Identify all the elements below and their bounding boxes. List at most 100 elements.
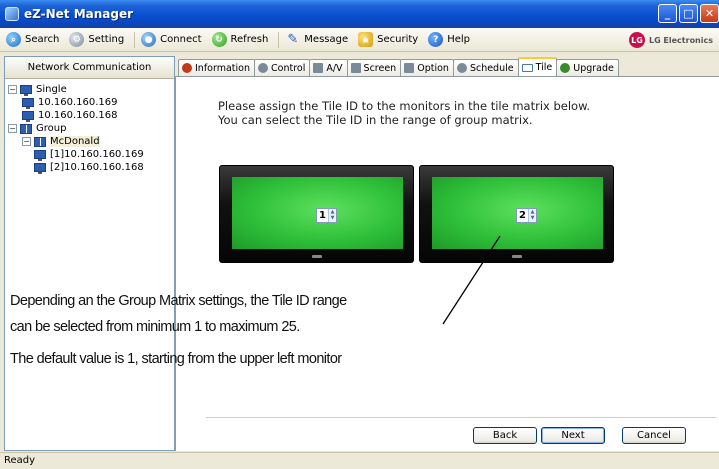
search-button[interactable]: ⌕ Search — [6, 32, 59, 47]
monitor-icon — [22, 111, 34, 122]
title-bar: eZ-Net Manager _ □ ✕ — [0, 0, 719, 28]
connect-label: Connect — [160, 34, 202, 45]
tab-label: Screen — [363, 62, 397, 74]
tile-id-spinner[interactable]: 1 ▲ ▼ — [316, 208, 337, 223]
monitor-logo — [512, 255, 522, 258]
annotation-line-1: Depending an the Group Matrix settings, … — [10, 293, 347, 309]
security-label: Security — [377, 34, 419, 45]
tile-instructions: Please assign the Tile ID to the monitor… — [218, 99, 590, 127]
brand-label: LG Electronics — [648, 35, 713, 45]
tab-control[interactable]: Control — [254, 59, 311, 76]
tree-label-group-ip: [1]10.160.160.169 — [50, 149, 144, 160]
setting-button[interactable]: ⚙ Setting — [69, 32, 124, 47]
group-icon — [34, 136, 46, 147]
window-controls: _ □ ✕ — [658, 4, 719, 23]
tree-node-group[interactable]: − Group — [8, 122, 174, 135]
monitor-icon — [20, 85, 32, 96]
search-label: Search — [25, 34, 60, 45]
monitor-icon — [34, 163, 46, 174]
information-icon — [182, 63, 192, 73]
tree-label-group-ip: [2]10.160.160.168 — [50, 162, 144, 173]
av-icon — [313, 63, 324, 73]
toolbar-separator — [134, 31, 136, 48]
monitor-logo — [312, 255, 322, 258]
tab-tile[interactable]: Tile — [517, 57, 558, 76]
help-icon: ? — [428, 32, 444, 47]
status-bar: Ready — [0, 452, 719, 469]
tab-strip: Information Control A/V Screen Option Sc… — [178, 57, 619, 76]
help-label: Help — [447, 34, 471, 45]
tree-node-group-name[interactable]: − McDonald — [8, 135, 174, 148]
option-icon — [404, 63, 415, 73]
tree-node-single-item[interactable]: 10.160.160.168 — [8, 109, 174, 122]
collapse-toggle-icon[interactable]: − — [8, 124, 17, 133]
spinner-arrows-icon[interactable]: ▲ ▼ — [328, 209, 336, 222]
tab-information[interactable]: Information — [178, 59, 255, 76]
message-label: Message — [304, 34, 349, 45]
network-panel: Network Communication − Single 10.160.16… — [4, 56, 175, 451]
tab-option[interactable]: Option — [400, 59, 454, 76]
screen-icon — [350, 63, 361, 73]
tab-label: Information — [195, 62, 250, 74]
next-button[interactable]: Next — [541, 427, 605, 444]
tile-icon — [521, 63, 533, 72]
annotation-line-2: can be selected from minimum 1 to maximu… — [10, 319, 300, 335]
tree-label-group: Group — [36, 123, 67, 134]
tile-monitor-1: 1 ▲ ▼ — [219, 165, 414, 263]
network-panel-header: Network Communication — [5, 57, 174, 79]
toolbar: ⌕ Search ⚙ Setting ● Connect ↻ Refresh ✎… — [0, 28, 719, 52]
monitor-screen: 2 ▲ ▼ — [432, 177, 603, 249]
back-button[interactable]: Back — [473, 427, 537, 444]
tree-label-ip: 10.160.160.169 — [38, 97, 118, 108]
maximize-button[interactable]: □ — [679, 4, 698, 23]
tab-label: Schedule — [469, 62, 514, 74]
connect-icon: ● — [141, 32, 157, 47]
tree-label-ip: 10.160.160.168 — [38, 110, 118, 121]
close-button[interactable]: ✕ — [700, 4, 719, 23]
tile-panel: Please assign the Tile ID to the monitor… — [175, 76, 719, 451]
tile-monitor-2: 2 ▲ ▼ — [419, 165, 614, 263]
brand: LG LG Electronics — [628, 32, 713, 48]
help-button[interactable]: ? Help — [428, 32, 470, 47]
search-icon: ⌕ — [6, 32, 21, 47]
toolbar-separator — [278, 31, 280, 48]
minimize-button[interactable]: _ — [658, 4, 677, 23]
spinner-arrows-icon[interactable]: ▲ ▼ — [528, 209, 536, 222]
connect-button[interactable]: ● Connect — [141, 32, 202, 47]
instruction-line-2: You can select the Tile ID in the range … — [218, 113, 533, 127]
tab-label: A/V — [326, 62, 343, 74]
tab-label: Tile — [535, 62, 553, 73]
monitor-icon — [22, 98, 34, 109]
tile-id-spinner[interactable]: 2 ▲ ▼ — [516, 208, 537, 223]
group-icon — [20, 123, 32, 134]
annotation-line-3: The default value is 1, starting from th… — [10, 351, 342, 367]
monitor-icon — [34, 150, 46, 161]
message-icon: ✎ — [287, 32, 299, 47]
tree-label-single: Single — [36, 84, 67, 95]
message-button[interactable]: ✎ Message — [285, 32, 348, 47]
security-button[interactable]: 🔒︎ Security — [358, 32, 418, 47]
instruction-line-1: Please assign the Tile ID to the monitor… — [218, 99, 591, 113]
tree-node-single-item[interactable]: 10.160.160.169 — [8, 96, 174, 109]
collapse-toggle-icon[interactable]: − — [8, 85, 17, 94]
tab-av[interactable]: A/V — [309, 59, 348, 76]
cancel-button[interactable]: Cancel — [622, 427, 686, 444]
tree-node-group-item[interactable]: [1]10.160.160.169 — [8, 148, 174, 161]
tab-screen[interactable]: Screen — [346, 59, 402, 76]
refresh-button[interactable]: ↻ Refresh — [211, 32, 268, 47]
security-icon: 🔒︎ — [358, 32, 374, 47]
lg-logo-icon: LG — [628, 32, 645, 48]
upgrade-icon — [560, 63, 571, 73]
collapse-toggle-icon[interactable]: − — [22, 137, 31, 146]
tree-node-single[interactable]: − Single — [8, 83, 174, 96]
network-tree: − Single 10.160.160.169 10.160.160.168 −… — [5, 79, 174, 174]
tab-label: Upgrade — [573, 62, 614, 74]
tile-id-value: 2 — [519, 210, 526, 221]
button-divider — [206, 417, 716, 418]
tab-upgrade[interactable]: Upgrade — [556, 59, 619, 76]
tab-schedule[interactable]: Schedule — [452, 59, 519, 76]
window-title: eZ-Net Manager — [24, 7, 134, 21]
app-icon — [5, 7, 19, 21]
monitor-screen: 1 ▲ ▼ — [232, 177, 403, 249]
tree-node-group-item[interactable]: [2]10.160.160.168 — [8, 161, 174, 174]
